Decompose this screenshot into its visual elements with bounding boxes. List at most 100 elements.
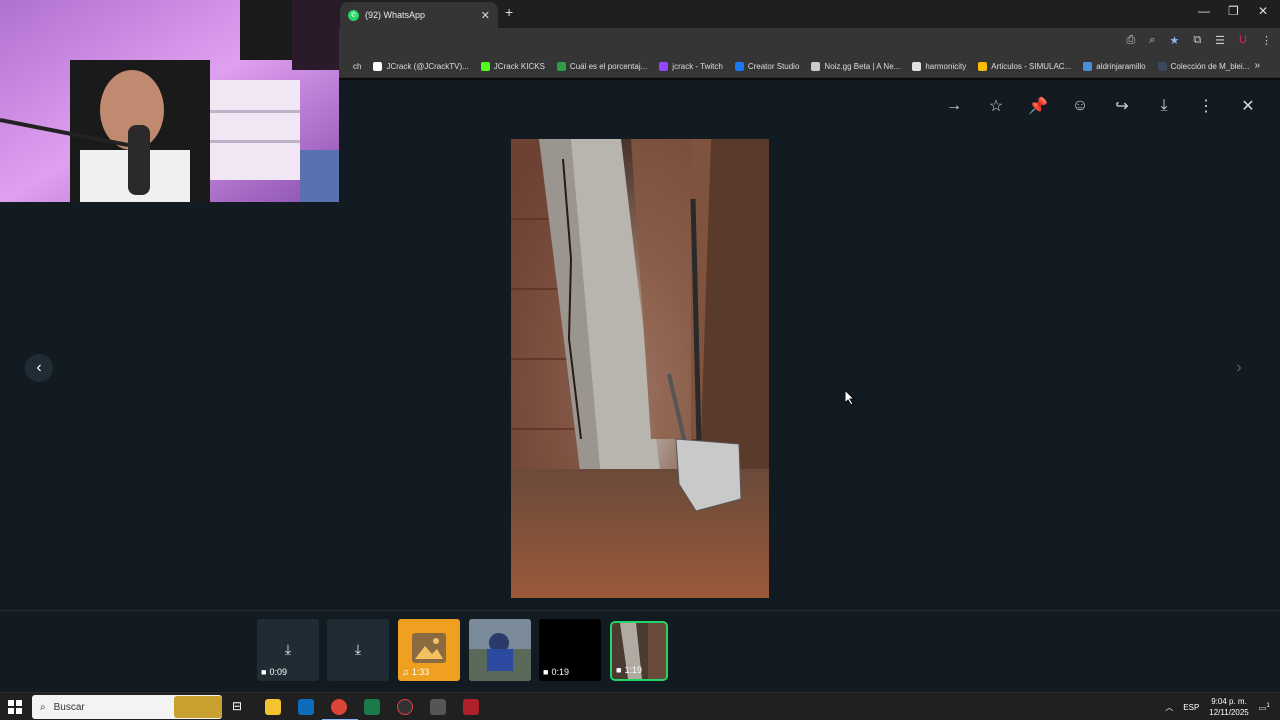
download-icon: ⤓	[284, 641, 292, 657]
bookmark-label: Noiz.gg Beta | A Ne...	[824, 62, 901, 71]
thumbnail-download[interactable]: ⤓	[327, 619, 389, 681]
next-media-button[interactable]: ›	[1225, 354, 1253, 382]
search-highlight-image	[174, 696, 222, 718]
bookmark-label: JCrack KICKS	[493, 62, 545, 71]
thumbnail-duration: 1:19	[624, 665, 642, 675]
video-camera-icon: ■	[616, 665, 622, 675]
thumbnail-video-selected[interactable]: ■ 1:19	[610, 621, 668, 681]
image-placeholder-icon	[412, 633, 446, 663]
kick-icon	[480, 62, 490, 71]
bookmark-item[interactable]: Creator Studio	[734, 62, 799, 71]
chrome-icon[interactable]	[331, 699, 347, 715]
profile-icon[interactable]: U	[1239, 34, 1247, 47]
bookmark-label: ch	[353, 62, 362, 71]
bookmark-label: aldrinjaramillo	[1096, 62, 1146, 71]
thumbnail-audio[interactable]: ♫ 1:33	[398, 619, 460, 681]
task-view-icon[interactable]: ⊟	[232, 699, 248, 715]
star-icon[interactable]: ☆	[986, 96, 1006, 116]
webcam-overlay	[0, 0, 339, 202]
bookmark-item[interactable]: aldrinjaramillo	[1083, 62, 1146, 71]
tab-whatsapp[interactable]: ✆ (92) WhatsApp ✕	[340, 2, 498, 28]
headphones-icon: ♫	[402, 667, 409, 677]
obs-icon[interactable]	[397, 699, 413, 715]
restore-button[interactable]: ❐	[1228, 4, 1239, 18]
bookmark-item[interactable]: Cuál es el porcentaj...	[556, 62, 648, 71]
bookmark-star-icon[interactable]: ★	[1169, 34, 1179, 47]
bookmark-item[interactable]: ch	[340, 62, 361, 71]
bookmark-item[interactable]: Colección de M_blei...	[1157, 62, 1250, 71]
install-app-icon[interactable]: ⎙	[1126, 34, 1135, 47]
clock-date: 12/11/2025	[1209, 708, 1249, 717]
clock[interactable]: 9:04 p. m. 12/11/2025	[1209, 696, 1248, 718]
excel-icon[interactable]	[364, 699, 380, 715]
close-icon[interactable]: ✕	[1238, 96, 1258, 116]
app-icon[interactable]	[430, 699, 446, 715]
twitch-icon	[659, 62, 669, 71]
window-close-button[interactable]: ✕	[1258, 4, 1268, 18]
whatsapp-icon: ✆	[348, 9, 359, 21]
download-icon: ⤓	[354, 641, 362, 657]
video-camera-icon: ■	[543, 667, 549, 677]
bookmark-label: harmonicity	[925, 62, 967, 71]
outlook-icon[interactable]	[298, 699, 314, 715]
bookmark-label: Cuál es el porcentaj...	[569, 62, 648, 71]
bookmark-item[interactable]: harmonicity	[912, 62, 966, 71]
zoom-icon[interactable]: ⌕	[1149, 34, 1155, 47]
taskbar-search-box[interactable]: ⌕ Buscar	[32, 695, 222, 719]
download-icon[interactable]: ⤓	[1154, 96, 1174, 116]
notification-count: 1	[1266, 701, 1270, 709]
video-frame[interactable]	[511, 139, 769, 598]
bookmark-item[interactable]: Articulos - SIMULAC...	[978, 62, 1071, 71]
thumbnail-duration: 0:09	[269, 667, 287, 677]
bookmark-label: jcrack - Twitch	[672, 62, 723, 71]
green-doc-icon	[556, 62, 566, 71]
search-placeholder: Buscar	[53, 701, 85, 713]
thumbnail-video-black[interactable]: ■ 0:19	[539, 619, 601, 681]
emoji-icon[interactable]: ☺	[1070, 96, 1090, 116]
forward-arrow-icon[interactable]: →	[944, 96, 964, 116]
harmonicity-icon	[912, 62, 922, 71]
file-explorer-icon[interactable]	[265, 699, 281, 715]
more-icon[interactable]: ⋮	[1196, 96, 1216, 116]
facebook-icon	[734, 62, 744, 71]
notifications-icon[interactable]: ▭1	[1259, 702, 1270, 713]
bookmark-label: JCrack (@JCrackTV)...	[386, 62, 469, 71]
blue-tile-icon	[1083, 62, 1093, 71]
mouse-cursor-icon	[845, 390, 855, 406]
language-indicator[interactable]: ESP	[1183, 703, 1199, 712]
bookmark-label: Colección de M_blei...	[1170, 62, 1250, 71]
fl-studio-icon[interactable]	[463, 699, 479, 715]
thumbnail-video-download[interactable]: ⤓ ■ 0:09	[257, 619, 319, 681]
new-tab-button[interactable]: +	[505, 4, 513, 20]
thumbnail-duration: 0:19	[551, 667, 569, 677]
bookmark-label: Articulos - SIMULAC...	[991, 62, 1072, 71]
bookmark-item[interactable]: Noiz.gg Beta | A Ne...	[811, 62, 900, 71]
share-icon[interactable]: ↪	[1112, 96, 1132, 116]
pin-icon[interactable]: 📌	[1028, 96, 1048, 116]
bookmark-item[interactable]: JCrack KICKS	[480, 62, 545, 71]
thumbnail-duration: 1:33	[411, 667, 430, 677]
viewer-actions: → ☆ 📌 ☺ ↪ ⤓ ⋮ ✕	[944, 96, 1258, 116]
previous-media-button[interactable]: ‹	[25, 354, 53, 382]
tab-close-icon[interactable]: ✕	[481, 9, 490, 22]
bookmark-item[interactable]: jcrack - Twitch	[659, 62, 723, 71]
windows-taskbar: ⌕ Buscar ⊟ ︿ ESP 9:04 p. m. 12/11/2025 ▭…	[0, 692, 1280, 720]
minimize-button[interactable]: —	[1198, 4, 1210, 18]
x-logo-icon	[373, 62, 383, 71]
clock-time: 9:04 p. m.	[1211, 697, 1247, 706]
bookmark-item[interactable]: JCrack (@JCrackTV)...	[373, 62, 469, 71]
google-drive-icon	[978, 62, 988, 71]
system-tray: ︿ ESP 9:04 p. m. 12/11/2025 ▭1	[1165, 693, 1280, 720]
tray-expand-icon[interactable]: ︿	[1165, 702, 1173, 713]
dark-circle-icon	[1157, 62, 1167, 71]
bookmarks-more-icon[interactable]: »	[1254, 60, 1260, 71]
thumbnail-image[interactable]	[469, 619, 531, 681]
extensions-icon[interactable]: ⧉	[1193, 34, 1201, 47]
noiz-icon	[811, 62, 821, 71]
cropped-icon	[340, 62, 349, 71]
windows-start-icon[interactable]	[8, 700, 22, 714]
media-controls-icon[interactable]: ☰	[1215, 34, 1225, 47]
chrome-menu-icon[interactable]: ⋮	[1261, 34, 1272, 47]
tab-title: (92) WhatsApp	[365, 10, 426, 20]
video-camera-icon: ■	[261, 667, 267, 677]
